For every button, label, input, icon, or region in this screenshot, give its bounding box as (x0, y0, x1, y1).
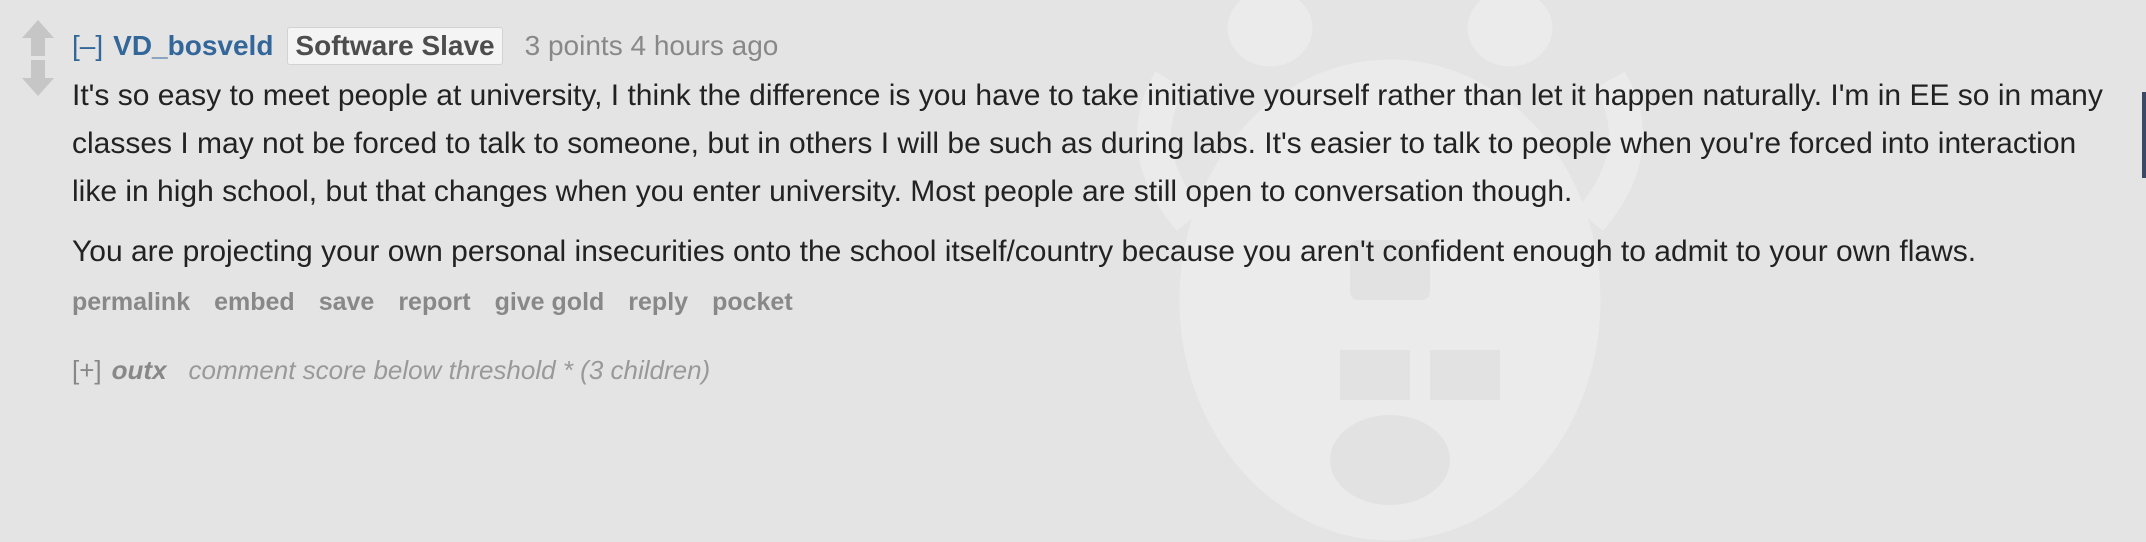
child-author-link[interactable]: outx (112, 355, 167, 386)
scrollbar-edge[interactable] (2142, 92, 2146, 178)
comment-paragraph: You are projecting your own personal ins… (72, 235, 1977, 268)
collapse-toggle[interactable]: [–] (72, 30, 103, 62)
arrow-up-icon[interactable] (18, 18, 58, 58)
arrow-down-icon[interactable] (18, 58, 58, 98)
comment-buttons: permalink embed save report give gold re… (72, 288, 2106, 317)
comment-tagline: [–] VD_bosveld Software Slave 3 points 4… (72, 24, 2106, 68)
embed-button[interactable]: embed (214, 288, 295, 317)
user-flair: Software Slave (287, 27, 503, 65)
author-link[interactable]: VD_bosveld (113, 30, 273, 62)
comment-body: It's so easy to meet people at universit… (72, 72, 2106, 276)
comment-paragraph: It's so easy to meet people at universit… (72, 79, 2103, 208)
collapsed-child-comment: [+] outx comment score below threshold *… (72, 355, 2106, 386)
give-gold-button[interactable]: give gold (495, 288, 605, 317)
comment: [–] VD_bosveld Software Slave 3 points 4… (72, 24, 2106, 386)
reply-button[interactable]: reply (628, 288, 688, 317)
vote-column (18, 18, 58, 98)
report-button[interactable]: report (398, 288, 470, 317)
expand-toggle[interactable]: [+] (72, 355, 102, 386)
permalink-button[interactable]: permalink (72, 288, 190, 317)
pocket-button[interactable]: pocket (712, 288, 793, 317)
collapsed-note: comment score below threshold * (3 child… (188, 355, 711, 385)
save-button[interactable]: save (319, 288, 375, 317)
score-and-time: 3 points 4 hours ago (524, 30, 779, 61)
